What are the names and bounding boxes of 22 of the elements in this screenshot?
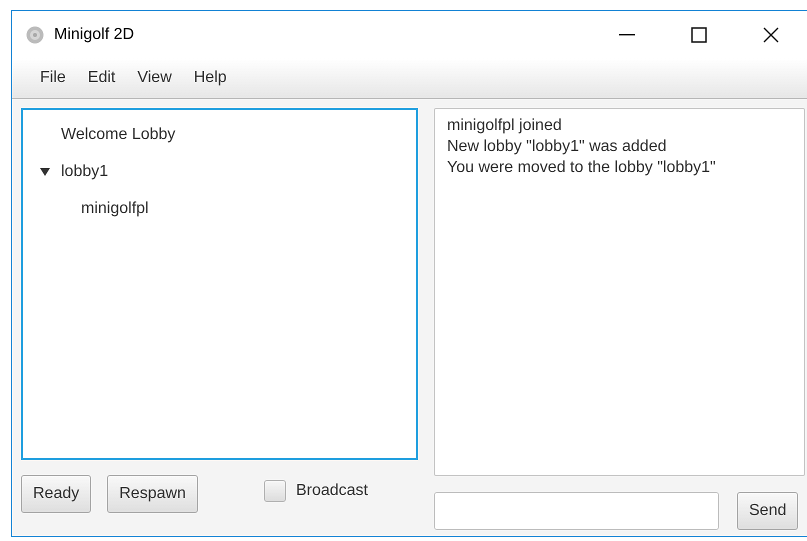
respawn-button[interactable]: Respawn — [107, 475, 198, 513]
menu-item[interactable]: Help — [182, 69, 238, 87]
chat-message: New lobby "lobby1" was added — [447, 138, 668, 156]
chat-input-field[interactable] — [434, 492, 719, 530]
window-title: Minigolf 2D — [54, 26, 136, 44]
tree-item[interactable]: minigolfpl — [81, 200, 149, 218]
expanded-arrow-icon[interactable] — [40, 166, 50, 176]
send-button[interactable]: Send — [737, 492, 798, 530]
close-icon — [763, 26, 779, 42]
maximize-icon — [691, 26, 707, 42]
tree-item[interactable]: Welcome Lobby — [61, 126, 176, 144]
menu-item[interactable]: View — [126, 69, 183, 87]
minimize-icon — [619, 34, 635, 36]
broadcast-label: Broadcast — [296, 482, 368, 500]
menu-item[interactable]: Edit — [76, 69, 126, 87]
menu-item[interactable]: File — [29, 69, 77, 87]
ready-button[interactable]: Ready — [21, 475, 92, 513]
broadcast-checkbox[interactable] — [264, 480, 286, 502]
chat-message: minigolfpl joined — [447, 117, 563, 135]
chat-message: You were moved to the lobby "lobby1" — [447, 159, 717, 177]
tree-item[interactable]: lobby1 — [61, 162, 108, 180]
app-logo-icon — [26, 26, 44, 44]
